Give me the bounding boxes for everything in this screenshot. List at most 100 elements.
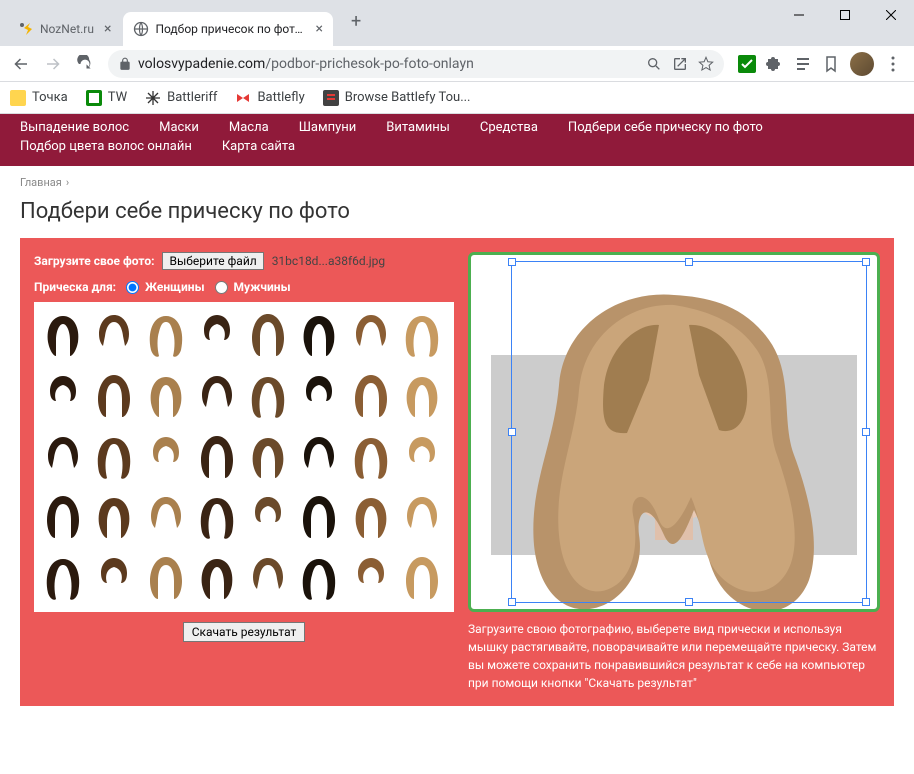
hairstyle-thumbnail[interactable] bbox=[194, 430, 240, 482]
hairstyle-thumbnail[interactable] bbox=[40, 308, 86, 360]
hairstyle-thumbnail[interactable] bbox=[245, 369, 291, 421]
check-extension-icon[interactable] bbox=[738, 55, 756, 73]
resize-handle[interactable] bbox=[685, 598, 693, 606]
hairstyle-thumbnail[interactable] bbox=[194, 490, 240, 542]
hairstyle-thumbnail[interactable] bbox=[143, 430, 189, 482]
hairstyle-thumbnail[interactable] bbox=[143, 369, 189, 421]
nav-link[interactable]: Маски bbox=[159, 120, 199, 135]
list-icon[interactable] bbox=[794, 55, 812, 73]
hairstyle-thumbnail[interactable] bbox=[40, 369, 86, 421]
browser-tab-2[interactable]: Подбор причесок по фото онла × bbox=[123, 12, 332, 46]
hairstyle-thumbnail[interactable] bbox=[245, 308, 291, 360]
menu-icon[interactable] bbox=[884, 55, 902, 73]
bookmark-battleriff[interactable]: Battleriff bbox=[145, 90, 217, 106]
tab-close-icon[interactable]: × bbox=[315, 21, 322, 37]
nav-link[interactable]: Выпадение волос bbox=[20, 120, 129, 135]
reload-button[interactable] bbox=[70, 49, 100, 79]
hairstyle-thumbnail[interactable] bbox=[194, 551, 240, 603]
choose-file-button[interactable]: Выберите файл bbox=[162, 252, 263, 270]
back-button[interactable] bbox=[6, 49, 36, 79]
puzzle-extension-icon[interactable] bbox=[766, 55, 784, 73]
resize-handle[interactable] bbox=[862, 428, 870, 436]
nav-link[interactable]: Карта сайта bbox=[222, 139, 295, 154]
new-tab-button[interactable]: + bbox=[343, 7, 369, 36]
hairstyle-thumbnail[interactable] bbox=[296, 490, 342, 542]
maximize-button[interactable] bbox=[822, 0, 868, 30]
hairstyle-thumbnail[interactable] bbox=[245, 551, 291, 603]
hairstyle-thumbnail[interactable] bbox=[91, 490, 137, 542]
nav-link[interactable]: Подбор цвета волос онлайн bbox=[20, 139, 192, 154]
page-content: Выпадение волос Маски Масла Шампуни Вита… bbox=[0, 114, 914, 774]
hairstyle-thumbnail[interactable] bbox=[91, 369, 137, 421]
resize-handle[interactable] bbox=[508, 258, 516, 266]
star-icon[interactable] bbox=[698, 56, 714, 72]
hairstyle-thumbnail[interactable] bbox=[296, 369, 342, 421]
extension-icons bbox=[732, 52, 908, 76]
hairstyle-thumbnail[interactable] bbox=[296, 430, 342, 482]
hairstyle-thumbnail[interactable] bbox=[399, 490, 445, 542]
bookmark-battlefly[interactable]: Battlefly bbox=[235, 90, 304, 106]
browser-tab-1[interactable]: NozNet.ru × bbox=[8, 12, 121, 46]
resize-handle[interactable] bbox=[508, 598, 516, 606]
gender-women-radio[interactable] bbox=[126, 281, 139, 294]
upload-label: Загрузите свое фото: bbox=[34, 254, 154, 268]
site-navigation: Выпадение волос Маски Масла Шампуни Вита… bbox=[0, 114, 914, 166]
hairstyle-thumbnail[interactable] bbox=[143, 551, 189, 603]
bookmark-battlefy[interactable]: Browse Battlefy Tou... bbox=[323, 90, 471, 106]
resize-handle[interactable] bbox=[862, 598, 870, 606]
address-bar[interactable]: volosvypadenie.com/podbor-prichesok-po-f… bbox=[108, 50, 724, 78]
nav-link[interactable]: Подбери себе прическу по фото bbox=[568, 120, 763, 135]
hairstyle-thumbnail[interactable] bbox=[348, 430, 394, 482]
nav-link[interactable]: Витамины bbox=[386, 120, 450, 135]
hairstyle-thumbnail[interactable] bbox=[348, 369, 394, 421]
hairstyle-thumbnail[interactable] bbox=[143, 308, 189, 360]
tab-close-icon[interactable]: × bbox=[104, 21, 111, 37]
nav-link[interactable]: Средства bbox=[480, 120, 538, 135]
hairstyle-thumbnail[interactable] bbox=[296, 551, 342, 603]
download-result-button[interactable]: Скачать результат bbox=[183, 622, 306, 642]
hairstyle-thumbnail[interactable] bbox=[245, 430, 291, 482]
resize-handle[interactable] bbox=[685, 258, 693, 266]
hairstyle-thumbnail[interactable] bbox=[40, 490, 86, 542]
forward-button[interactable] bbox=[38, 49, 68, 79]
hairstyle-thumbnail[interactable] bbox=[399, 551, 445, 603]
selected-filename: 31bc18d...a38f6d.jpg bbox=[272, 254, 385, 268]
gender-men-label[interactable]: Мужчины bbox=[234, 280, 291, 294]
hairstyle-thumbnail[interactable] bbox=[194, 308, 240, 360]
hairstyle-thumbnail[interactable] bbox=[348, 308, 394, 360]
breadcrumb-home[interactable]: Главная bbox=[20, 176, 62, 189]
hairstyle-thumbnail[interactable] bbox=[91, 308, 137, 360]
hairstyle-thumbnail[interactable] bbox=[143, 490, 189, 542]
bookmark-icon[interactable] bbox=[822, 55, 840, 73]
search-icon[interactable] bbox=[646, 56, 662, 72]
hairstyle-thumbnail[interactable] bbox=[348, 490, 394, 542]
resize-handle[interactable] bbox=[862, 258, 870, 266]
bookmark-tw[interactable]: TW bbox=[86, 90, 127, 106]
gender-men-radio[interactable] bbox=[215, 281, 228, 294]
chevron-right-icon: › bbox=[66, 176, 69, 189]
hairstyle-thumbnail[interactable] bbox=[40, 430, 86, 482]
hairstyle-thumbnail[interactable] bbox=[348, 551, 394, 603]
hairstyle-thumbnail[interactable] bbox=[91, 430, 137, 482]
nav-link[interactable]: Масла bbox=[229, 120, 269, 135]
share-icon[interactable] bbox=[672, 56, 688, 72]
gender-women-label[interactable]: Женщины bbox=[145, 280, 204, 294]
nav-link[interactable]: Шампуни bbox=[299, 120, 357, 135]
hairstyle-thumbnail[interactable] bbox=[40, 551, 86, 603]
hairstyle-grid[interactable] bbox=[34, 302, 454, 612]
close-window-button[interactable] bbox=[868, 0, 914, 30]
hairstyle-thumbnail[interactable] bbox=[194, 369, 240, 421]
hairstyle-thumbnail[interactable] bbox=[399, 308, 445, 360]
hairstyle-thumbnail[interactable] bbox=[91, 551, 137, 603]
profile-avatar[interactable] bbox=[850, 52, 874, 76]
minimize-button[interactable] bbox=[776, 0, 822, 30]
hairstyle-thumbnail[interactable] bbox=[245, 490, 291, 542]
photo-preview[interactable] bbox=[468, 252, 880, 612]
bookmark-tochka[interactable]: Точка bbox=[10, 90, 68, 106]
hairstyle-thumbnail[interactable] bbox=[399, 369, 445, 421]
selection-box[interactable] bbox=[511, 261, 867, 603]
hairstyle-thumbnail[interactable] bbox=[399, 430, 445, 482]
url-text: volosvypadenie.com/podbor-prichesok-po-f… bbox=[138, 56, 474, 72]
hairstyle-thumbnail[interactable] bbox=[296, 308, 342, 360]
resize-handle[interactable] bbox=[508, 428, 516, 436]
